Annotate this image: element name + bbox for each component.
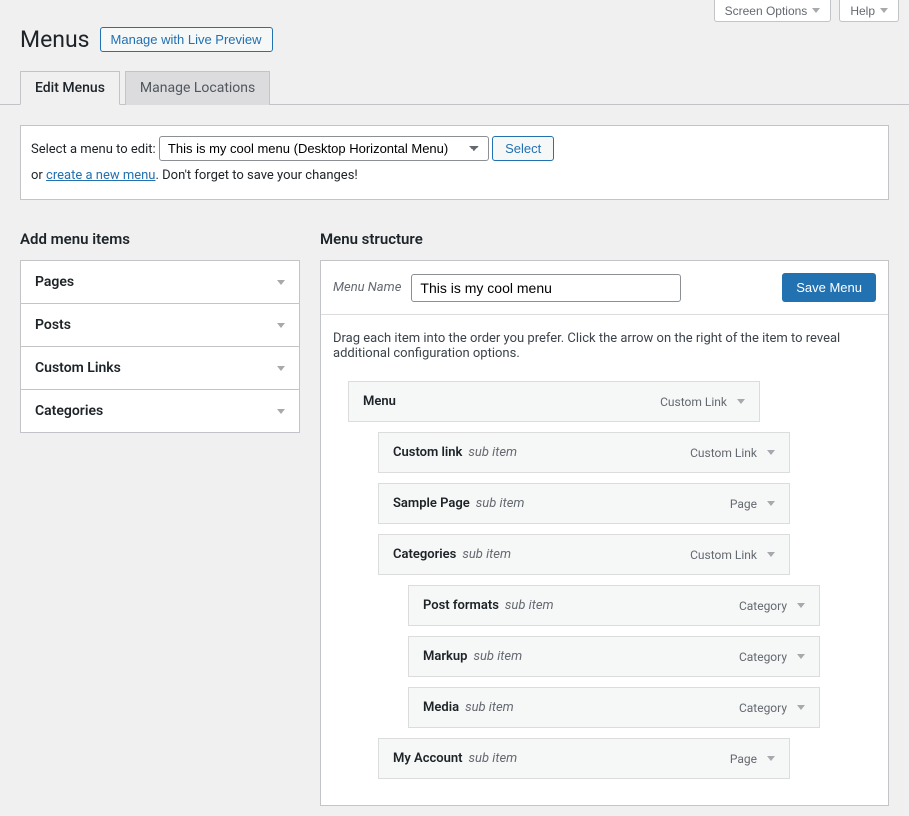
caret-down-icon[interactable] (767, 756, 775, 761)
help-label: Help (850, 4, 875, 18)
menu-item-sub-label: sub item (468, 445, 517, 460)
accordion-pages[interactable]: Pages (21, 261, 299, 304)
menu-desc: Drag each item into the order you prefer… (333, 331, 876, 361)
menu-name-input[interactable] (411, 274, 681, 302)
menu-item[interactable]: My Account sub item Page (378, 738, 790, 779)
add-items-accordion: Pages Posts Custom Links Categories (20, 260, 300, 433)
menu-item-sub-label: sub item (469, 751, 518, 766)
or-text: or (31, 168, 46, 183)
menu-item-title: Markup (423, 649, 467, 664)
menu-items-container: MenuCustom LinkCustom linksub itemCustom… (333, 381, 876, 779)
menu-item[interactable]: Post formats sub item Category (408, 585, 820, 626)
tab-manage-locations[interactable]: Manage Locations (125, 71, 270, 105)
caret-down-icon (277, 280, 285, 285)
screen-options-label: Screen Options (725, 4, 808, 18)
tab-edit-menus[interactable]: Edit Menus (20, 71, 120, 105)
main-columns: Add menu items Pages Posts Custom Links … (0, 220, 909, 806)
menu-item[interactable]: Markup sub item Category (408, 636, 820, 677)
accordion-label: Categories (35, 403, 103, 419)
menu-item-title: Sample Page (393, 496, 470, 511)
menu-item-sub-label: sub item (505, 598, 554, 613)
caret-down-icon[interactable] (737, 399, 745, 404)
menu-item-sub-label: sub item (473, 649, 522, 664)
accordion-categories[interactable]: Categories (21, 390, 299, 432)
menu-structure-column: Menu structure Menu Name Save Menu Drag … (320, 220, 889, 806)
page-title: Menus (20, 26, 90, 53)
menu-name-label: Menu Name (333, 280, 401, 295)
menu-header: Menu Name Save Menu (321, 261, 888, 315)
menu-item[interactable]: Categories sub item Custom Link (378, 534, 790, 575)
caret-down-icon (277, 323, 285, 328)
menu-item-title: Media (423, 700, 459, 715)
help-button[interactable]: Help (839, 0, 899, 22)
menu-item-title: Categories (393, 547, 456, 562)
menu-item-title: Post formats (423, 598, 499, 613)
create-new-menu-link[interactable]: create a new menu (46, 168, 155, 183)
caret-down-icon[interactable] (767, 552, 775, 557)
menu-item[interactable]: Media sub item Category (408, 687, 820, 728)
menu-item-sub-label: sub item (476, 496, 525, 511)
top-bar: Screen Options Help (0, 0, 909, 22)
accordion-label: Posts (35, 317, 71, 333)
menu-item-title: My Account (393, 751, 463, 766)
after-text: . Don't forget to save your changes! (155, 168, 357, 183)
menu-item-type: Category (739, 701, 787, 715)
save-menu-button[interactable]: Save Menu (782, 273, 876, 302)
screen-options-button[interactable]: Screen Options (714, 0, 832, 22)
caret-down-icon[interactable] (797, 705, 805, 710)
menu-select-box: Select a menu to edit: This is my cool m… (20, 125, 889, 200)
menu-item-title: Custom link (393, 445, 462, 460)
caret-down-icon (812, 8, 820, 13)
live-preview-button[interactable]: Manage with Live Preview (100, 27, 273, 52)
caret-down-icon[interactable] (767, 450, 775, 455)
accordion-posts[interactable]: Posts (21, 304, 299, 347)
menu-structure-box: Menu Name Save Menu Drag each item into … (320, 260, 889, 806)
caret-down-icon (277, 409, 285, 414)
menu-item-type: Custom Link (660, 395, 727, 409)
add-menu-items-title: Add menu items (20, 230, 300, 248)
menu-item-sub-label: sub item (462, 547, 511, 562)
caret-down-icon[interactable] (767, 501, 775, 506)
caret-down-icon[interactable] (797, 654, 805, 659)
accordion-custom-links[interactable]: Custom Links (21, 347, 299, 390)
menu-item-type: Custom Link (690, 548, 757, 562)
menu-item-title: Menu (363, 394, 396, 409)
menu-structure-title: Menu structure (320, 230, 889, 248)
select-button[interactable]: Select (492, 136, 554, 161)
menu-select-dropdown[interactable]: This is my cool menu (Desktop Horizontal… (159, 136, 489, 161)
menu-item-type: Page (730, 497, 757, 511)
menu-item[interactable]: Menu Custom Link (348, 381, 760, 422)
menu-item[interactable]: Sample Page sub item Page (378, 483, 790, 524)
caret-down-icon (277, 366, 285, 371)
menu-item-type: Category (739, 599, 787, 613)
menu-item[interactable]: Custom link sub item Custom Link (378, 432, 790, 473)
accordion-label: Custom Links (35, 360, 121, 376)
menu-item-type: Page (730, 752, 757, 766)
page-header: Menus Manage with Live Preview (0, 22, 909, 71)
menu-body: Drag each item into the order you prefer… (321, 315, 888, 805)
caret-down-icon (880, 8, 888, 13)
menu-item-sub-label: sub item (465, 700, 514, 715)
caret-down-icon[interactable] (797, 603, 805, 608)
select-menu-label: Select a menu to edit: (31, 142, 156, 157)
accordion-label: Pages (35, 274, 74, 290)
add-menu-items-column: Add menu items Pages Posts Custom Links … (20, 220, 300, 433)
menu-item-type: Custom Link (690, 446, 757, 460)
tabs: Edit Menus Manage Locations (0, 71, 909, 105)
menu-item-type: Category (739, 650, 787, 664)
